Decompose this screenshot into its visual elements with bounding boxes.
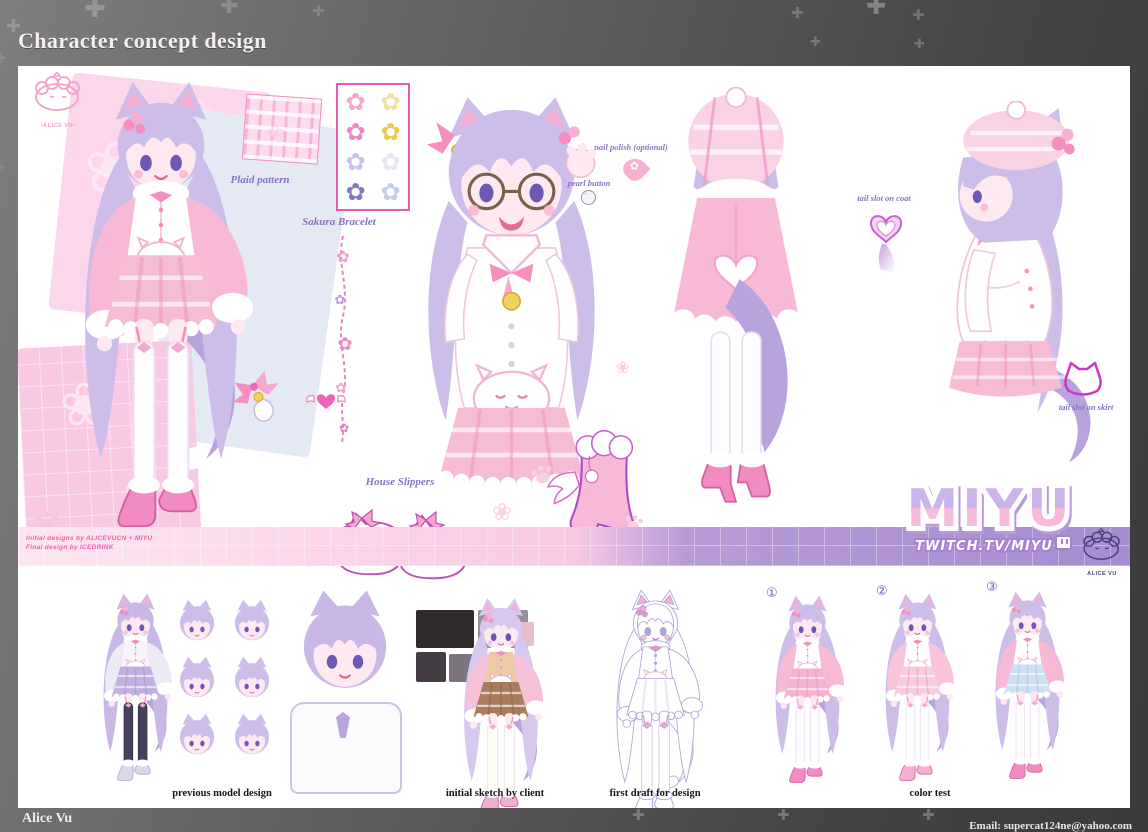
artboard: •ALICE VU• ✿ ✿ ✿ ✿ ✿ ✿ ✿ ✿ Plaid pattern Sakura… xyxy=(18,66,1130,808)
label-pearl-button: pearl button xyxy=(539,178,639,188)
color-test-figure-2 xyxy=(870,592,965,798)
plus-icon xyxy=(922,808,935,823)
expression-head xyxy=(170,655,224,709)
label-sakura-bracelet: Sakura Bracelet xyxy=(269,216,409,228)
twitch-channel: TWITCH.TV/MIYU xyxy=(915,539,1053,554)
expression-sheet xyxy=(170,598,279,768)
plus-icon xyxy=(84,0,106,22)
label-tail-slot-coat: tail slot on coat xyxy=(824,193,944,203)
artist-badge: •ALICE VU• xyxy=(26,72,90,129)
svg-text:✿: ✿ xyxy=(337,334,352,355)
cat-blob-icon xyxy=(1076,528,1128,566)
previous-model-torso xyxy=(290,702,402,794)
color-test-figure-1 xyxy=(760,594,855,800)
tail-slot-skirt-drawing xyxy=(1058,360,1108,402)
caption-previous-model: previous model design xyxy=(172,788,272,799)
plus-icon xyxy=(0,52,6,66)
label-plaid-pattern: Plaid pattern xyxy=(200,174,320,186)
footer-email: Email: supercat124ne@yahoo.com xyxy=(969,820,1132,832)
winged-heart-charm xyxy=(306,388,346,412)
plus-icon xyxy=(312,4,325,19)
portfolio-page: Character concept design •ALICE VU• ✿✿✿✿… xyxy=(0,0,1148,832)
credits-line-1: Initial designs by ALICEVUCN + MIYU xyxy=(26,534,152,543)
label-nail-polish: nail polish (optional) xyxy=(571,142,691,152)
plus-icon xyxy=(866,0,886,18)
label-tail-slot-skirt: tail slot on skirt xyxy=(1026,402,1130,412)
reference-photo xyxy=(416,652,446,682)
caption-initial-sketch: initial sketch by client xyxy=(446,788,544,799)
credits: Initial designs by ALICEVUCN + MIYU Fina… xyxy=(26,534,152,553)
plus-icon xyxy=(632,808,645,823)
flower-icon xyxy=(616,360,629,376)
palette-swatch: ✿ xyxy=(345,150,365,174)
artist-badge-small-label: ALICE VU xyxy=(1076,571,1128,577)
flower-icon xyxy=(492,500,512,524)
expression-head xyxy=(170,598,224,652)
palette-swatch: ✿ xyxy=(380,150,400,174)
label-house-slippers: House Slippers xyxy=(330,476,470,488)
plus-icon xyxy=(777,808,790,823)
page-title: Character concept design xyxy=(18,28,267,54)
plus-icon xyxy=(912,8,925,23)
pearl-button-drawing xyxy=(581,190,596,205)
palette-swatch: ✿ xyxy=(380,120,400,144)
plus-icon xyxy=(220,0,238,18)
figure-front-full xyxy=(48,78,274,568)
svg-text:✿: ✿ xyxy=(335,293,346,308)
plus-icon xyxy=(0,162,5,175)
color-test-figure-3 xyxy=(980,590,1075,796)
footer-artist-name: Alice Vu xyxy=(22,811,72,827)
caption-first-draft: first draft for design xyxy=(609,788,700,799)
sakura-bracelet-drawing: ✿ ✿ ✿ ✿ ✿ xyxy=(318,234,368,446)
plus-icon xyxy=(914,38,925,51)
tail-slot-coat-drawing xyxy=(863,210,909,274)
color-palette: ✿ ✿ ✿ ✿ ✿ ✿ ✿ ✿ xyxy=(336,83,410,211)
expression-head xyxy=(225,598,279,652)
palette-swatch: ✿ xyxy=(345,120,365,144)
credits-line-2: Final design by ICEDRINK xyxy=(26,543,152,552)
expression-head xyxy=(225,655,279,709)
previous-model-figure xyxy=(88,592,183,798)
svg-text:✿: ✿ xyxy=(339,421,349,435)
figure-side xyxy=(903,101,1130,526)
client-sketch-figure xyxy=(446,596,556,808)
palette-swatch: ✿ xyxy=(380,180,400,204)
expression-head xyxy=(170,712,224,766)
palette-swatch: ✿ xyxy=(380,90,400,114)
twitch-icon xyxy=(1056,536,1071,549)
artist-badge-small: ALICE VU xyxy=(1076,528,1128,577)
caption-color-test: color test xyxy=(910,788,951,799)
artist-badge-label: •ALICE VU• xyxy=(26,123,90,129)
svg-text:✿: ✿ xyxy=(336,247,349,266)
expression-head xyxy=(225,712,279,766)
plus-icon xyxy=(810,36,821,49)
cat-blob-icon xyxy=(26,72,90,118)
plus-icon xyxy=(791,6,804,21)
palette-swatch: ✿ xyxy=(345,90,365,114)
palette-swatch: ✿ xyxy=(345,180,365,204)
miyu-logo-text: MIYU xyxy=(907,479,1074,539)
previous-model-bust xyxy=(280,586,410,716)
first-draft-figure xyxy=(598,588,713,808)
flower-icon xyxy=(266,124,284,146)
